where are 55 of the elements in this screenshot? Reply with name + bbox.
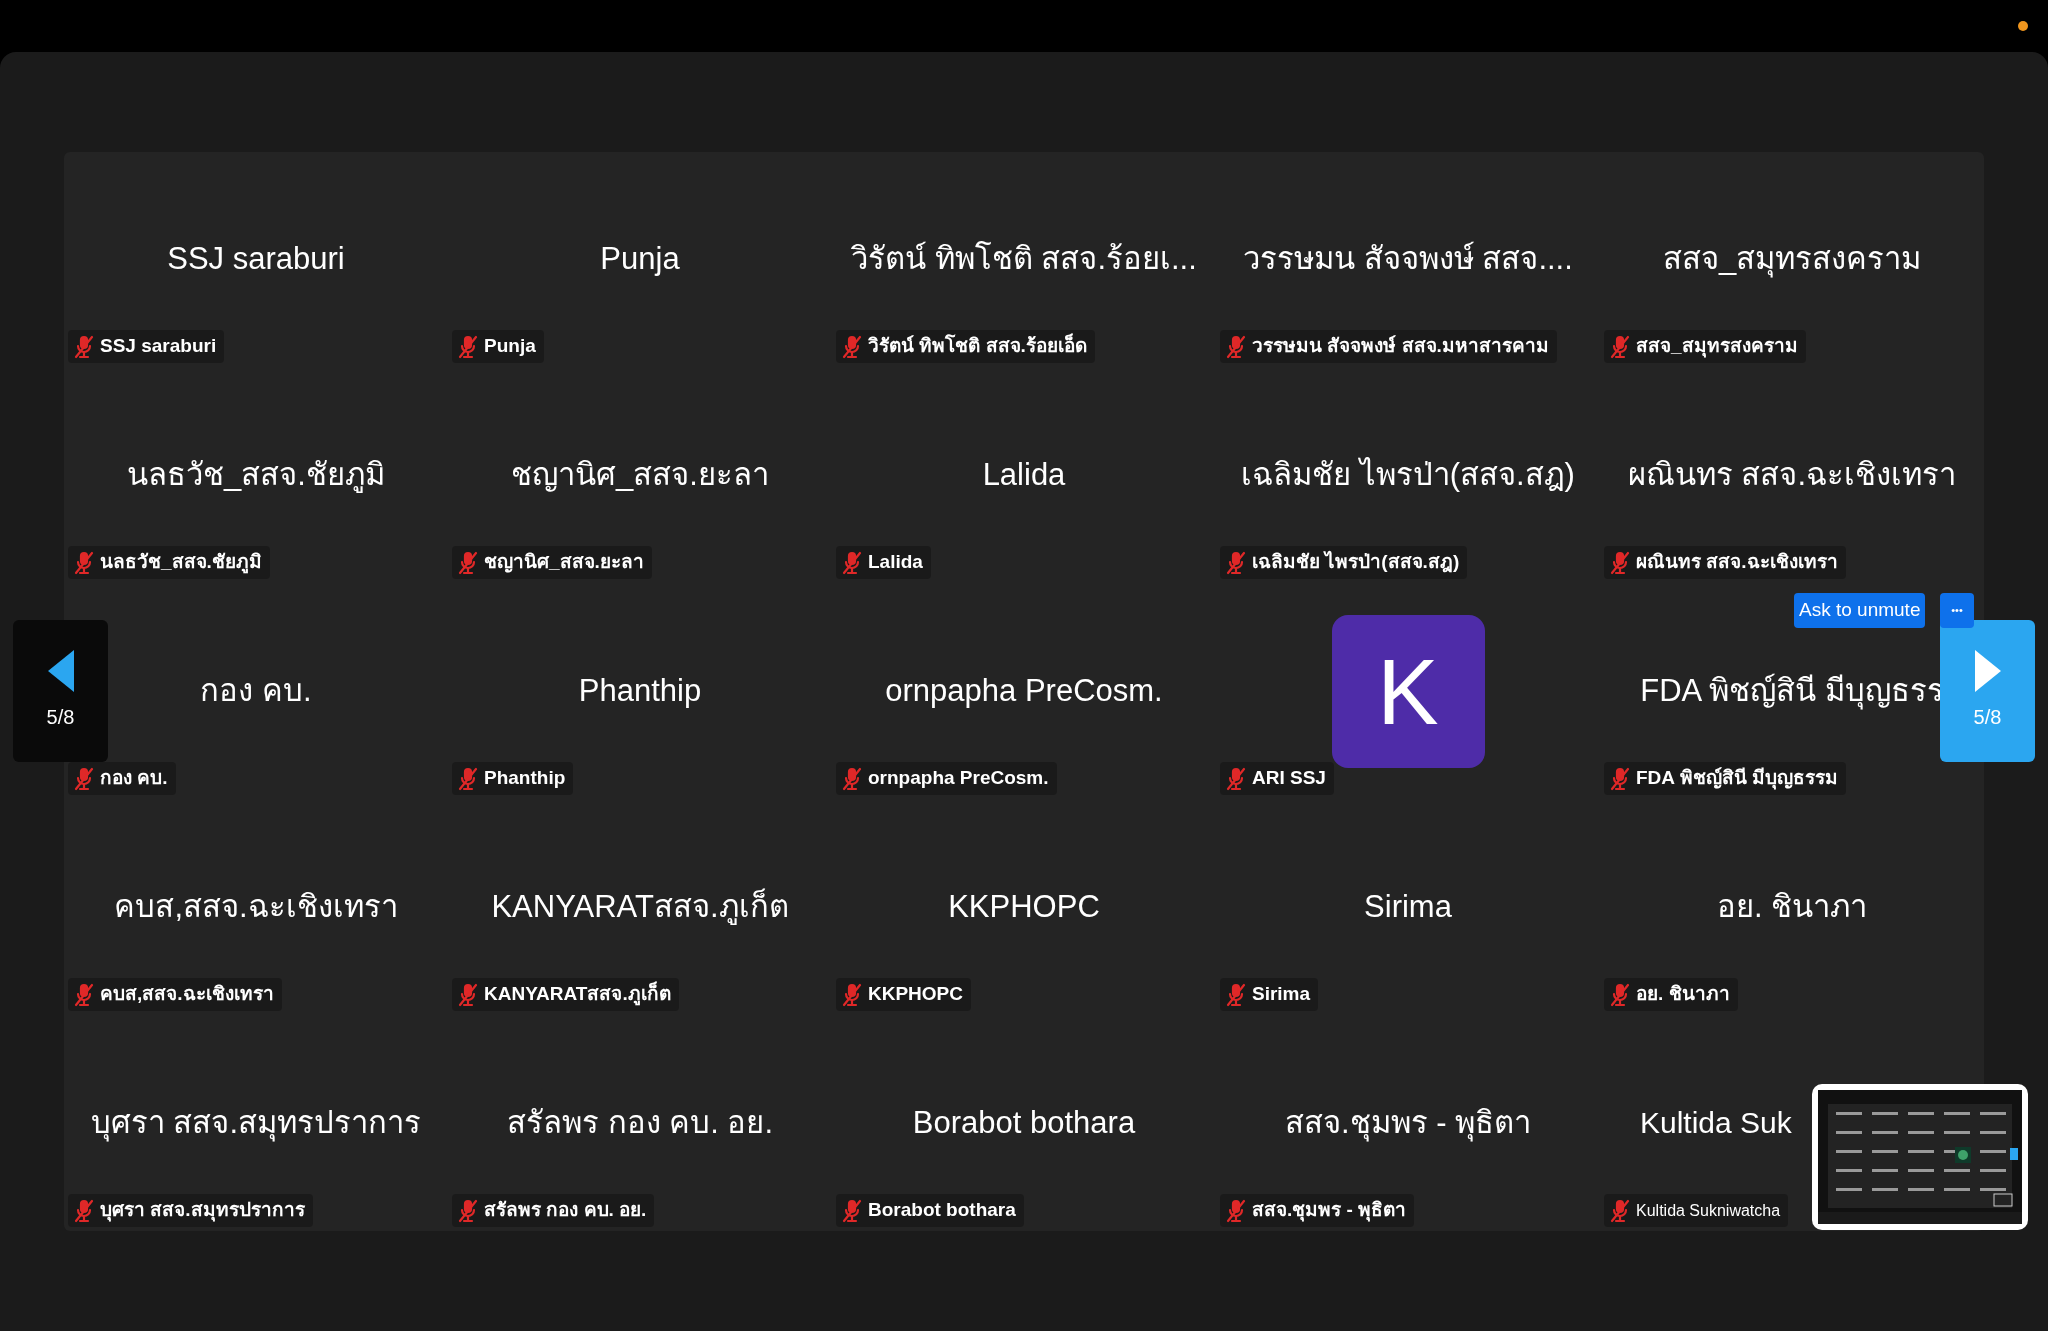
participant-name: บุศรา สสจ.สมุทรปราการ [90,1104,422,1144]
name-label: กอง คบ. [68,762,176,795]
participant-name: ornpapha PreCosm. [885,672,1163,710]
name-label: คบส,สสจ.ฉะเชิงเทรา [68,978,282,1011]
participant-name: Borabot bothara [912,1104,1136,1142]
name-label: นลธวัช_สสจ.ชัยภูมิ [68,546,270,579]
participant-name: วิรัตน์ ทิพโชติ สสจ.ร้อยเ... [851,240,1197,278]
name-label: สสจ.ชุมพร - พุธิตา [1220,1194,1415,1227]
name-label: สสจ_สมุทรสงคราม [1604,330,1806,363]
participant-name: KKPHOPC [948,888,1100,926]
participant-name: Kultida Suk [1640,1105,1792,1141]
participant-name: สสจ_สมุทรสงคราม [1662,240,1922,280]
avatar: K [1331,615,1485,768]
more-options-button[interactable]: ••• [1940,593,1974,628]
participant-name: KANYARATสสจ.ภูเก็ต [491,887,789,927]
name-label: สรัลพร กอง คบ. อย. [452,1194,655,1227]
name-label: วิรัตน์ ทิพโชติ สสจ.ร้อยเอ็ด [836,330,1095,363]
name-label: SSJ saraburi [68,330,225,363]
participant-name: สสจ.ชุมพร - พุธิตา [1284,1104,1532,1144]
name-label: วรรษมน สัจจพงษ์ สสจ.มหาสารคาม [1220,330,1557,363]
name-label: บุศรา สสจ.สมุทรปราการ [68,1194,313,1227]
participant-name: Lalida [982,456,1066,494]
name-label: Punja [452,330,544,363]
name-label: KANYARATสสจ.ภูเก็ต [452,978,679,1011]
participant-name: Punja [600,240,680,278]
name-label: ชญานิศ_สสจ.ยะลา [452,546,652,579]
participant-name: นลธวัช_สสจ.ชัยภูมิ [127,456,385,495]
participant-name: อย. ชินาภา [1716,888,1868,926]
name-label: Borabot bothara [836,1194,1024,1227]
participant-name: SSJ saraburi [167,240,345,278]
name-label: ผณินทร สสจ.ฉะเชิงเทรา [1604,546,1846,579]
name-label: เฉลิมชัย ไพรป่า(สสจ.สฎ) [1220,546,1468,579]
participant-name: วรรษมน สัจจพงษ์ สสจ.... [1243,240,1573,278]
participant-name: สรัลพร กอง คบ. อย. [506,1104,774,1142]
name-label: Lalida [836,546,931,579]
participant-name: เฉลิมชัย ไพรป่า(สสจ.สฎ) [1241,456,1575,494]
name-label: Kultida Sukniwatcha [1604,1194,1789,1227]
participant-name: กอง คบ. [200,672,312,710]
right-arrow-icon [1974,650,2001,692]
participant-name: Phanthip [578,672,702,710]
participant-name: ผณินทร สสจ.ฉะเชิงเทรา [1627,456,1957,494]
name-label: FDA พิชญ์สินี มีบุญธรรม [1604,762,1846,795]
left-arrow-icon [47,650,74,692]
next-page-button[interactable]: 5/8 [1940,620,2035,762]
name-label: Phanthip [452,762,574,795]
participant-name: Sirima [1364,888,1452,926]
name-label: Sirima [1220,978,1319,1011]
participant-name: คบส,สสจ.ฉะเชิงเทรา [114,888,398,926]
name-label: อย. ชินาภา [1604,978,1738,1011]
name-label: ornpapha PreCosm. [836,762,1057,795]
ask-to-unmute-button[interactable]: Ask to unmute [1794,593,1926,628]
previous-page-button[interactable]: 5/8 [13,620,108,762]
participant-name: ชญานิศ_สสจ.ยะลา [511,456,769,494]
name-label: ARI SSJ [1220,762,1334,795]
name-label: KKPHOPC [836,978,971,1011]
